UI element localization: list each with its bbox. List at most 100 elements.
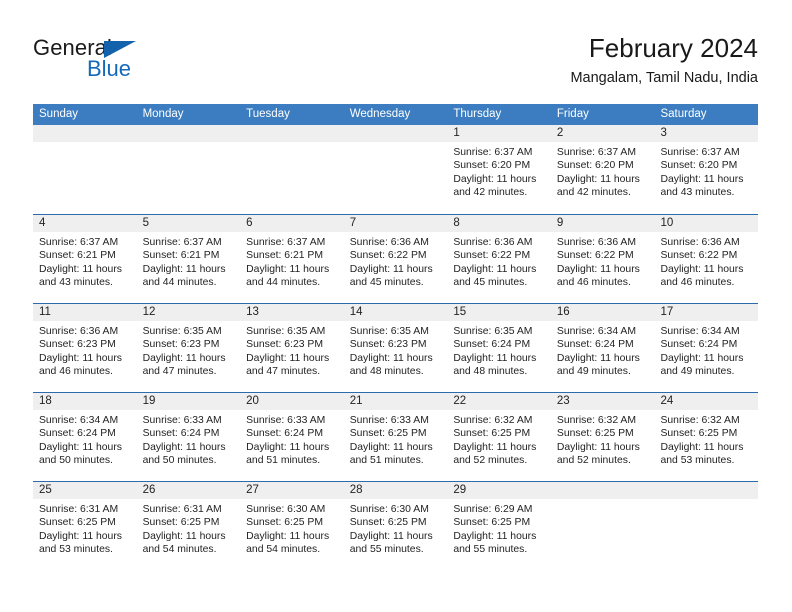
day-details xyxy=(551,499,655,503)
calendar-day-cell[interactable]: 6 Sunrise: 6:37 AM Sunset: 6:21 PM Daylight… xyxy=(240,215,344,303)
calendar-day-cell[interactable]: 9 Sunrise: 6:36 AM Sunset: 6:22 PM Daylight… xyxy=(550,215,655,303)
calendar-day-cell[interactable]: 19 Sunrise: 6:33 AM Sunset: 6:24 PM Dayligh… xyxy=(136,393,241,481)
sunrise-time: Sunrise: 6:33 AM xyxy=(349,415,429,426)
sunrise-time: Sunrise: 6:37 AM xyxy=(556,147,637,158)
calendar-day-cell[interactable]: 26 Sunrise: 6:31 AM Sunset: 6:25 PM Dayligh… xyxy=(136,482,241,570)
calendar-day-cell[interactable]: 12 Sunrise: 6:35 AM Sunset: 6:23 PM Dayligh… xyxy=(136,304,241,392)
calendar-day-cell[interactable]: 17 Sunrise: 6:34 AM Sunset: 6:24 PM Dayligh… xyxy=(654,304,759,392)
calendar-day-cell[interactable]: 23 Sunrise: 6:32 AM Sunset: 6:25 PM Dayligh… xyxy=(550,393,655,481)
daylight-duration-line2: and 42 minutes. xyxy=(453,187,528,199)
calendar-day-cell-empty xyxy=(343,125,448,214)
calendar-day-cell[interactable]: 24 Sunrise: 6:32 AM Sunset: 6:25 PM Dayligh… xyxy=(654,393,759,481)
sunrise-time: Sunrise: 6:34 AM xyxy=(39,415,119,426)
daylight-duration-line2: and 48 minutes. xyxy=(453,366,528,378)
day-details xyxy=(33,142,137,146)
daylight-duration-line2: and 44 minutes. xyxy=(246,277,321,289)
sunset-time: Sunset: 6:20 PM xyxy=(660,160,738,172)
sunset-time: Sunset: 6:21 PM xyxy=(246,250,323,262)
calendar-day-cell[interactable]: 15 Sunrise: 6:35 AM Sunset: 6:24 PM Dayligh… xyxy=(447,304,551,392)
calendar-day-cell[interactable]: 28 Sunrise: 6:30 AM Sunset: 6:25 PM Dayligh… xyxy=(343,482,448,570)
calendar-day-cell[interactable]: 1 Sunrise: 6:37 AM Sunset: 6:20 PM Daylight… xyxy=(447,125,551,214)
calendar-week-row: 4 Sunrise: 6:37 AM Sunset: 6:21 PM Daylight… xyxy=(33,214,759,303)
day-number xyxy=(550,482,655,499)
calendar-day-cell[interactable]: 10 Sunrise: 6:36 AM Sunset: 6:22 PM Dayligh… xyxy=(654,215,759,303)
daylight-duration-line2: and 49 minutes. xyxy=(660,366,735,378)
day-number: 17 xyxy=(654,304,759,321)
calendar-week-row: 18 Sunrise: 6:34 AM Sunset: 6:24 PM Dayligh… xyxy=(33,392,759,481)
calendar-day-cell[interactable]: 27 Sunrise: 6:30 AM Sunset: 6:25 PM Dayligh… xyxy=(240,482,344,570)
calendar-day-cell-empty xyxy=(550,482,655,570)
daylight-duration-line2: and 52 minutes. xyxy=(453,455,528,467)
calendar-day-cell[interactable]: 29 Sunrise: 6:29 AM Sunset: 6:25 PM Dayligh… xyxy=(447,482,551,570)
day-number: 10 xyxy=(654,215,759,232)
calendar-week-row: 25 Sunrise: 6:31 AM Sunset: 6:25 PM Dayligh… xyxy=(33,481,759,570)
calendar-day-cell[interactable]: 8 Sunrise: 6:36 AM Sunset: 6:22 PM Daylight… xyxy=(447,215,551,303)
calendar-week-row: 11 Sunrise: 6:36 AM Sunset: 6:23 PM Dayligh… xyxy=(33,303,759,392)
daylight-duration-line2: and 50 minutes. xyxy=(142,455,217,467)
daylight-duration-line2: and 45 minutes. xyxy=(453,277,528,289)
day-number: 21 xyxy=(343,393,448,410)
calendar-grid: Sunday Monday Tuesday Wednesday Thursday… xyxy=(33,104,759,570)
day-details: Sunrise: 6:30 AM Sunset: 6:25 PM Daylight:… xyxy=(240,499,344,557)
daylight-duration-line2: and 54 minutes. xyxy=(142,544,217,556)
day-number: 24 xyxy=(654,393,759,410)
day-details: Sunrise: 6:32 AM Sunset: 6:25 PM Daylight:… xyxy=(654,410,758,468)
daylight-duration-line2: and 53 minutes. xyxy=(660,455,735,467)
daylight-duration-line2: and 43 minutes. xyxy=(39,277,113,289)
daylight-duration-line1: Daylight: 11 hours xyxy=(453,441,537,453)
calendar-day-cell[interactable]: 18 Sunrise: 6:34 AM Sunset: 6:24 PM Dayligh… xyxy=(33,393,137,481)
calendar-day-cell[interactable]: 25 Sunrise: 6:31 AM Sunset: 6:25 PM Dayligh… xyxy=(33,482,137,570)
daylight-duration-line2: and 46 minutes. xyxy=(660,277,735,289)
sunset-time: Sunset: 6:25 PM xyxy=(349,517,427,529)
calendar-day-cell[interactable]: 4 Sunrise: 6:37 AM Sunset: 6:21 PM Daylight… xyxy=(33,215,137,303)
general-blue-logo[interactable]: General Blue xyxy=(33,37,183,87)
weekday-header-wednesday: Wednesday xyxy=(349,108,411,120)
calendar-day-cell-empty xyxy=(33,125,137,214)
sunrise-time: Sunrise: 6:37 AM xyxy=(453,147,533,158)
daylight-duration-line1: Daylight: 11 hours xyxy=(39,441,122,453)
calendar-day-cell[interactable]: 5 Sunrise: 6:37 AM Sunset: 6:21 PM Daylight… xyxy=(136,215,241,303)
day-number: 23 xyxy=(550,393,655,410)
sunset-time: Sunset: 6:25 PM xyxy=(142,517,220,529)
calendar-day-cell[interactable]: 11 Sunrise: 6:36 AM Sunset: 6:23 PM Dayligh… xyxy=(33,304,137,392)
sunset-time: Sunset: 6:24 PM xyxy=(246,428,323,440)
calendar-day-cell-empty xyxy=(654,482,759,570)
sunset-time: Sunset: 6:25 PM xyxy=(660,428,738,440)
calendar-day-cell[interactable]: 13 Sunrise: 6:35 AM Sunset: 6:23 PM Dayligh… xyxy=(240,304,344,392)
page-title: February 2024 xyxy=(588,33,758,63)
calendar-day-cell[interactable]: 2 Sunrise: 6:37 AM Sunset: 6:20 PM Daylight… xyxy=(550,125,655,214)
daylight-duration-line1: Daylight: 11 hours xyxy=(142,441,226,453)
calendar-day-cell[interactable]: 22 Sunrise: 6:32 AM Sunset: 6:25 PM Dayligh… xyxy=(447,393,551,481)
calendar-day-cell[interactable]: 16 Sunrise: 6:34 AM Sunset: 6:24 PM Dayligh… xyxy=(550,304,655,392)
sunrise-time: Sunrise: 6:37 AM xyxy=(660,147,740,158)
sunset-time: Sunset: 6:22 PM xyxy=(453,250,531,262)
day-details: Sunrise: 6:35 AM Sunset: 6:23 PM Daylight:… xyxy=(344,321,448,379)
sunset-time: Sunset: 6:25 PM xyxy=(349,428,427,440)
sunset-time: Sunset: 6:24 PM xyxy=(39,428,116,440)
calendar-day-cell[interactable]: 7 Sunrise: 6:36 AM Sunset: 6:22 PM Daylight… xyxy=(343,215,448,303)
sunset-time: Sunset: 6:24 PM xyxy=(660,339,738,351)
daylight-duration-line1: Daylight: 11 hours xyxy=(349,263,433,275)
calendar-day-cell[interactable]: 3 Sunrise: 6:37 AM Sunset: 6:20 PM Daylight… xyxy=(654,125,759,214)
weekday-header-row: Sunday Monday Tuesday Wednesday Thursday… xyxy=(33,104,758,125)
sunset-time: Sunset: 6:24 PM xyxy=(142,428,220,440)
calendar-day-cell[interactable]: 14 Sunrise: 6:35 AM Sunset: 6:23 PM Dayligh… xyxy=(343,304,448,392)
day-details: Sunrise: 6:36 AM Sunset: 6:23 PM Daylight:… xyxy=(33,321,137,379)
day-details: Sunrise: 6:33 AM Sunset: 6:25 PM Daylight:… xyxy=(344,410,448,468)
calendar-day-cell[interactable]: 21 Sunrise: 6:33 AM Sunset: 6:25 PM Dayligh… xyxy=(343,393,448,481)
calendar-day-cell[interactable]: 20 Sunrise: 6:33 AM Sunset: 6:24 PM Dayligh… xyxy=(240,393,344,481)
daylight-duration-line2: and 47 minutes. xyxy=(246,366,321,378)
sunrise-time: Sunrise: 6:35 AM xyxy=(453,326,533,337)
daylight-duration-line2: and 46 minutes. xyxy=(39,366,113,378)
day-details xyxy=(344,142,448,146)
day-details: Sunrise: 6:33 AM Sunset: 6:24 PM Daylight:… xyxy=(137,410,241,468)
daylight-duration-line2: and 45 minutes. xyxy=(349,277,424,289)
sunrise-time: Sunrise: 6:36 AM xyxy=(39,326,119,337)
day-details: Sunrise: 6:34 AM Sunset: 6:24 PM Daylight:… xyxy=(33,410,137,468)
day-details: Sunrise: 6:36 AM Sunset: 6:22 PM Daylight:… xyxy=(654,232,758,290)
calendar-day-cell-empty xyxy=(240,125,344,214)
day-details: Sunrise: 6:37 AM Sunset: 6:21 PM Daylight:… xyxy=(240,232,344,290)
daylight-duration-line2: and 55 minutes. xyxy=(349,544,424,556)
daylight-duration-line1: Daylight: 11 hours xyxy=(660,173,744,185)
day-details: Sunrise: 6:29 AM Sunset: 6:25 PM Daylight:… xyxy=(447,499,551,557)
